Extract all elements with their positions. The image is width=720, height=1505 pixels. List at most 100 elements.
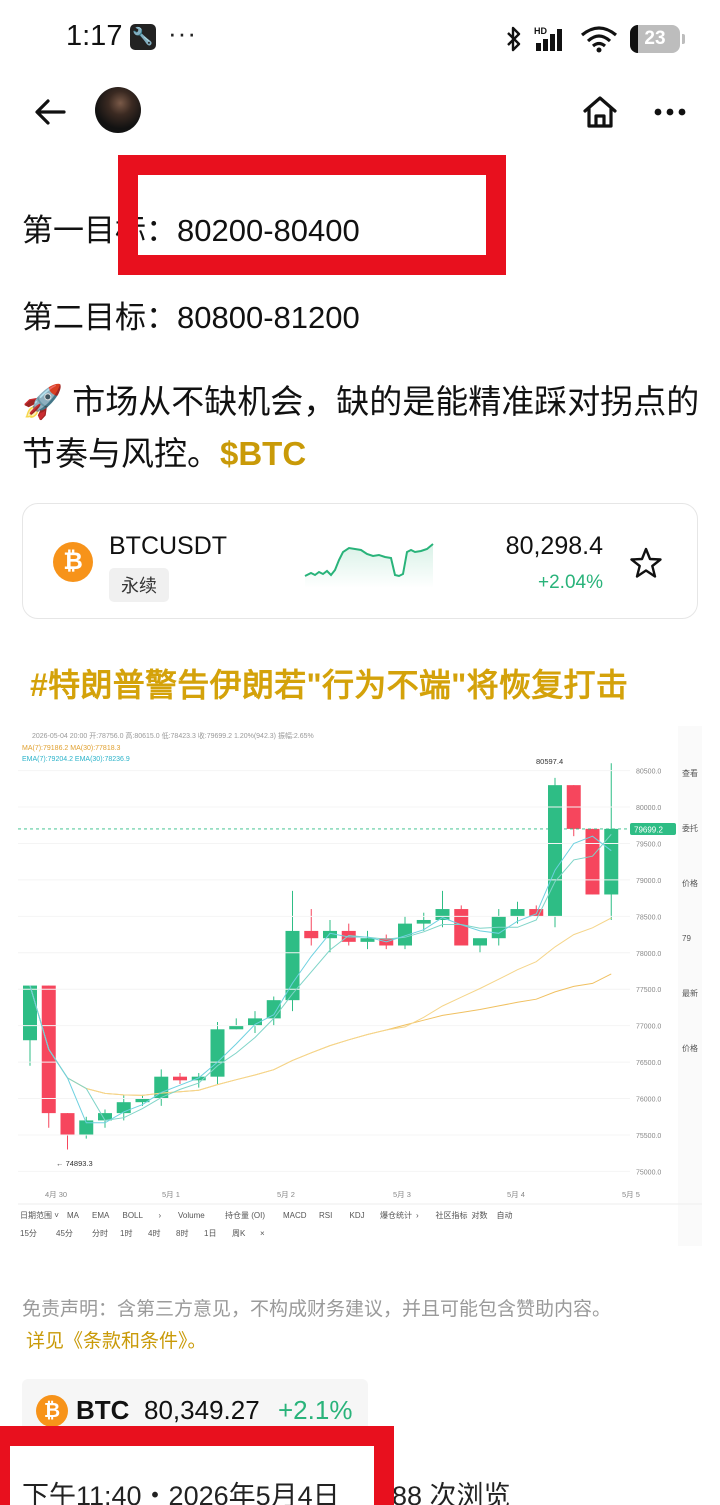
ticker-badge: 永续 <box>109 568 169 602</box>
status-icons: HD 23 <box>506 22 685 56</box>
toolbar-item: MA <box>67 1211 80 1220</box>
battery-icon: 23 <box>630 25 685 53</box>
toolbar-interval: 8时 <box>176 1228 188 1238</box>
candle-body <box>473 938 487 946</box>
chart-header-line2: MA(7):79186.2 MA(30):77818.3 <box>22 745 121 752</box>
candle-body <box>435 909 450 920</box>
ma30-line <box>29 973 612 1096</box>
btc-tag-link[interactable]: $BTC <box>220 435 306 472</box>
sparkline-chart <box>304 543 434 588</box>
ticker-card[interactable]: ₿ BTCUSDT 永续 80,298.4 +2.04% <box>22 503 698 619</box>
toolbar-item: 爆仓统计 <box>380 1210 412 1220</box>
candle-body <box>416 919 431 924</box>
ticker-change: +2.04% <box>538 572 603 593</box>
disclaimer-text: 免责声明：含第三方意见，不构成财务建议，并且可能包含赞助内容。 <box>22 1299 612 1320</box>
hashtag-link[interactable]: #特朗普警告伊朗若"行为不端"将恢复打击 <box>30 660 628 706</box>
target-2-text: 第二目标：80800-81200 <box>22 300 360 335</box>
x-tick-label: 5月 5 <box>622 1190 640 1199</box>
right-panel-label: 查看 <box>682 768 698 778</box>
toolbar-item: 对数 <box>472 1210 488 1220</box>
post-paragraph: 🚀 市场从不缺机会，缺的是能精准踩对拐点的节奏与风控。$BTC <box>22 376 702 480</box>
pill-symbol: BTC <box>76 1395 130 1425</box>
view-count: 88 次浏览 <box>392 1481 511 1505</box>
svg-text:HD: HD <box>534 26 547 36</box>
wrench-icon: 🔧 <box>130 24 156 50</box>
x-tick-label: 5月 4 <box>507 1190 525 1199</box>
toolbar-item: KDJ <box>350 1211 365 1220</box>
candle-body <box>604 828 619 895</box>
more-icon[interactable] <box>650 92 690 132</box>
toolbar-interval: 1时 <box>120 1228 132 1238</box>
candle-body <box>173 1076 187 1081</box>
toolbar-interval: 45分 <box>56 1229 73 1238</box>
candlestick-chart: 2026-05-04 20:00 开:78756.0 高:80615.0 低:7… <box>18 726 702 1246</box>
y-tick-label: 78500.0 <box>636 914 661 921</box>
y-tick-label: 75500.0 <box>636 1133 661 1140</box>
right-panel-label: 价格 <box>682 1043 698 1053</box>
y-tick-label: 79500.0 <box>636 841 661 848</box>
red-highlight-box-bottom <box>0 1426 394 1505</box>
wifi-icon <box>580 26 618 53</box>
red-highlight-box-top <box>118 155 506 275</box>
toolbar-item: › <box>159 1211 162 1220</box>
toolbar-interval: × <box>260 1229 265 1238</box>
candle-body <box>23 985 37 1041</box>
back-arrow-icon[interactable] <box>30 92 70 132</box>
y-tick-label: 80000.0 <box>636 805 661 812</box>
chart-header-line1: 2026-05-04 20:00 开:78756.0 高:80615.0 低:7… <box>32 731 314 740</box>
candles <box>23 763 619 1150</box>
terms-link[interactable]: 详见《条款和条件》。 <box>26 1326 207 1353</box>
paragraph-text: 市场从不缺机会，缺的是能精准踩对拐点的节奏与风控。 <box>22 383 700 472</box>
bitcoin-icon: ₿ <box>53 542 93 582</box>
y-tick-label: 77000.0 <box>636 1024 661 1031</box>
ma7-line <box>29 833 612 1121</box>
candle-body <box>454 909 469 946</box>
y-tick-label: 79000.0 <box>636 878 661 885</box>
y-tick-label: 75000.0 <box>636 1169 661 1176</box>
candlestick-chart-image[interactable]: 2026-05-04 20:00 开:78756.0 高:80615.0 低:7… <box>18 726 702 1246</box>
ticker-symbol: BTCUSDT <box>109 532 228 560</box>
status-time: 1:17 <box>66 20 123 52</box>
pill-price: 80,349.27 <box>144 1395 260 1425</box>
right-panel <box>678 726 702 1246</box>
star-icon[interactable] <box>629 546 663 580</box>
candle-body <box>548 785 562 917</box>
right-panel-label: 价格 <box>682 878 698 888</box>
chart-header-line3: EMA(7):79204.2 EMA(30):78236.9 <box>22 756 130 763</box>
y-tick-label: 77500.0 <box>636 987 661 994</box>
status-more-icon: ··· <box>168 18 197 48</box>
y-tick-label: 76500.0 <box>636 1060 661 1067</box>
toolbar-item: 持仓量 (OI) <box>225 1210 265 1220</box>
ema7-line <box>29 835 612 1124</box>
candle-body <box>510 909 525 917</box>
candle-body <box>266 1000 281 1019</box>
toolbar-item: EMA <box>92 1211 110 1220</box>
candle-body <box>229 1025 244 1030</box>
candle-body <box>285 930 300 1001</box>
y-tick-label: 78000.0 <box>636 951 661 958</box>
toolbar-item: RSI <box>319 1211 332 1220</box>
x-tick-label: 5月 3 <box>393 1190 411 1199</box>
home-icon[interactable] <box>580 92 620 132</box>
toolbar-interval: 周K <box>232 1229 246 1238</box>
toolbar-item: 社区指标 <box>436 1210 468 1220</box>
x-tick-label: 5月 2 <box>277 1190 295 1199</box>
toolbar-interval: 15分 <box>20 1229 37 1238</box>
status-bar: 1:17 🔧 ··· HD 23 <box>0 0 720 78</box>
avatar[interactable] <box>95 87 141 133</box>
bitcoin-icon: ₿ <box>36 1395 68 1427</box>
signal-hd-icon: HD <box>534 26 562 51</box>
toolbar-interval: 4时 <box>148 1228 160 1238</box>
nav-bar <box>0 78 720 148</box>
low-label: ← 74893.3 <box>56 1159 93 1168</box>
x-tick-label: 5月 1 <box>162 1190 180 1199</box>
last-price-label: 79699.2 <box>634 825 663 834</box>
toolbar-item: 自动 <box>497 1210 513 1220</box>
candle-body <box>585 828 600 895</box>
toolbar-item: BOLL <box>123 1211 144 1220</box>
y-tick-label: 76000.0 <box>636 1097 661 1104</box>
toolbar-interval: 分时 <box>92 1228 108 1238</box>
toolbar-item: › <box>416 1211 419 1220</box>
candle-body <box>60 1113 75 1135</box>
toolbar-item: MACD <box>283 1211 307 1220</box>
